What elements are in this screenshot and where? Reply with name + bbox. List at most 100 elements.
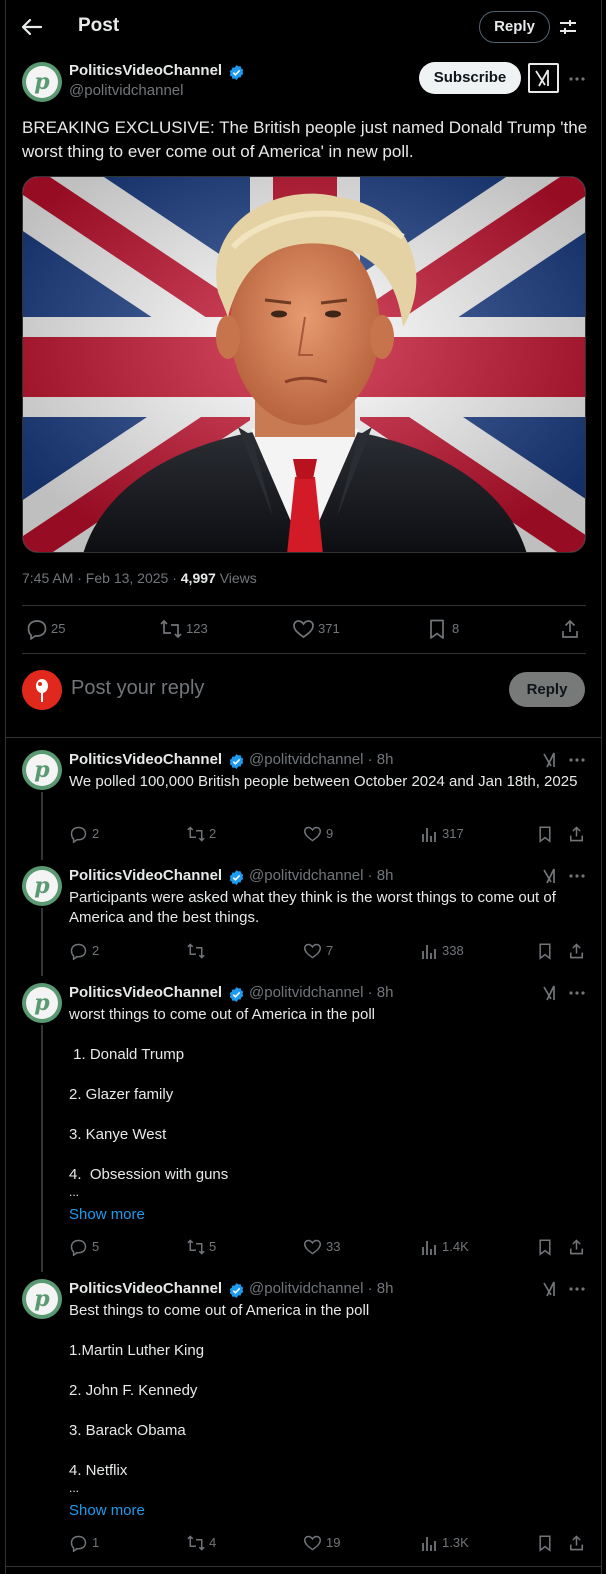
like-icon[interactable] [292,618,315,640]
grok-icon[interactable] [541,1280,559,1298]
avatar[interactable]: p [22,1279,62,1319]
thread-connector [41,1025,43,1272]
views-icon[interactable] [421,942,437,960]
reply-icon[interactable] [69,1238,88,1256]
post-metadata: 7:45 AM · Feb 13, 2025 · 4,997 Views [22,570,257,586]
grok-icon[interactable] [541,867,559,885]
bookmark-icon[interactable] [427,618,447,640]
like-count: 7 [326,943,334,958]
reply-text-line: ... [69,1185,80,1199]
author-name[interactable]: PoliticsVideoChannel [69,62,222,79]
verified-badge-icon [228,986,245,1003]
reply-text-line: 1. Donald Trump [69,1046,185,1063]
top-bar: Post Reply [0,0,606,54]
reply-count: 5 [92,1239,100,1254]
author-handle[interactable]: @politvidchannel · 8h [249,867,393,884]
like-count: 19 [326,1535,341,1550]
reply-input[interactable]: Post your reply [71,677,204,700]
bookmark-count: 8 [452,621,460,636]
reply-icon[interactable] [69,942,88,960]
grok-icon[interactable] [528,63,559,93]
more-icon[interactable] [568,1280,586,1298]
reply-icon[interactable] [26,618,48,640]
like-count: 371 [318,621,340,636]
more-icon[interactable] [568,867,586,885]
reply-text: Participants were asked what they think … [69,889,556,926]
bookmark-icon[interactable] [537,1534,553,1552]
views-icon[interactable] [421,1238,437,1256]
author-name[interactable]: PoliticsVideoChannel [69,1280,222,1297]
divider [5,737,601,738]
reply-count: 2 [92,943,100,958]
reply-count: 2 [92,826,100,841]
repost-icon[interactable] [186,1238,206,1256]
post-image[interactable] [22,176,586,553]
user-avatar[interactable] [22,670,62,710]
like-count: 33 [326,1239,341,1254]
more-icon[interactable] [568,984,586,1002]
verified-badge-icon [228,753,245,770]
grok-icon[interactable] [541,751,559,769]
bookmark-icon[interactable] [537,942,553,960]
tune-icon[interactable] [557,16,579,38]
author-handle[interactable]: @politvidchannel · 8h [249,984,393,1001]
thread-connector [41,792,43,860]
author-name[interactable]: PoliticsVideoChannel [69,984,222,1001]
reply-icon[interactable] [69,1534,88,1552]
repost-count: 2 [209,826,217,841]
like-icon[interactable] [303,825,322,843]
reply-text-line: Best things to come out of America in th… [69,1302,370,1319]
author-handle[interactable]: @politvidchannel · 8h [249,751,393,768]
reply-text-line: 4. Obsession with guns [69,1166,229,1183]
subscribe-button[interactable]: Subscribe [419,62,521,94]
views-icon[interactable] [421,825,437,843]
reply-submit-button[interactable]: Reply [509,672,585,707]
like-icon[interactable] [303,1534,322,1552]
bookmark-icon[interactable] [537,825,553,843]
repost-count: 123 [186,621,208,636]
bookmark-icon[interactable] [537,1238,553,1256]
post-text: BREAKING EXCLUSIVE: The British people j… [22,118,588,161]
share-icon[interactable] [568,942,585,960]
more-icon[interactable] [568,70,586,88]
reply-count: 1 [92,1535,100,1550]
views-count: 338 [442,943,464,958]
share-icon[interactable] [560,618,580,640]
reply-text-line: 1.Martin Luther King [69,1342,205,1359]
reply-text-line: ... [69,1481,80,1495]
views-icon[interactable] [421,1534,437,1552]
show-more-link[interactable]: Show more [69,1206,145,1223]
repost-icon[interactable] [159,618,183,640]
reply-icon[interactable] [69,825,88,843]
avatar[interactable]: p [22,62,62,102]
repost-icon[interactable] [186,1534,206,1552]
avatar[interactable]: p [22,866,62,906]
grok-icon[interactable] [541,984,559,1002]
thread-connector [41,908,43,976]
repost-icon[interactable] [186,942,206,960]
author-handle[interactable]: @politvidchannel [69,82,183,99]
views-count: 1.3K [442,1535,469,1550]
like-icon[interactable] [303,1238,322,1256]
like-icon[interactable] [303,942,322,960]
reply-text-line: 3. Kanye West [69,1126,167,1143]
author-handle[interactable]: @politvidchannel · 8h [249,1280,393,1297]
show-more-link[interactable]: Show more [69,1502,145,1519]
share-icon[interactable] [568,1238,585,1256]
author-name[interactable]: PoliticsVideoChannel [69,751,222,768]
reply-button[interactable]: Reply [479,11,550,43]
divider [22,653,586,654]
author-name[interactable]: PoliticsVideoChannel [69,867,222,884]
more-icon[interactable] [568,751,586,769]
share-icon[interactable] [568,825,585,843]
post-time[interactable]: 7:45 AM · Feb 13, 2025 · [22,570,181,586]
like-count: 9 [326,826,334,841]
back-arrow-icon[interactable] [20,16,44,38]
verified-badge-icon [228,64,245,81]
repost-icon[interactable] [186,825,206,843]
reply-text-line: worst things to come out of America in t… [69,1006,375,1023]
share-icon[interactable] [568,1534,585,1552]
repost-count: 4 [209,1535,217,1550]
avatar[interactable]: p [22,750,62,790]
avatar[interactable]: p [22,983,62,1023]
